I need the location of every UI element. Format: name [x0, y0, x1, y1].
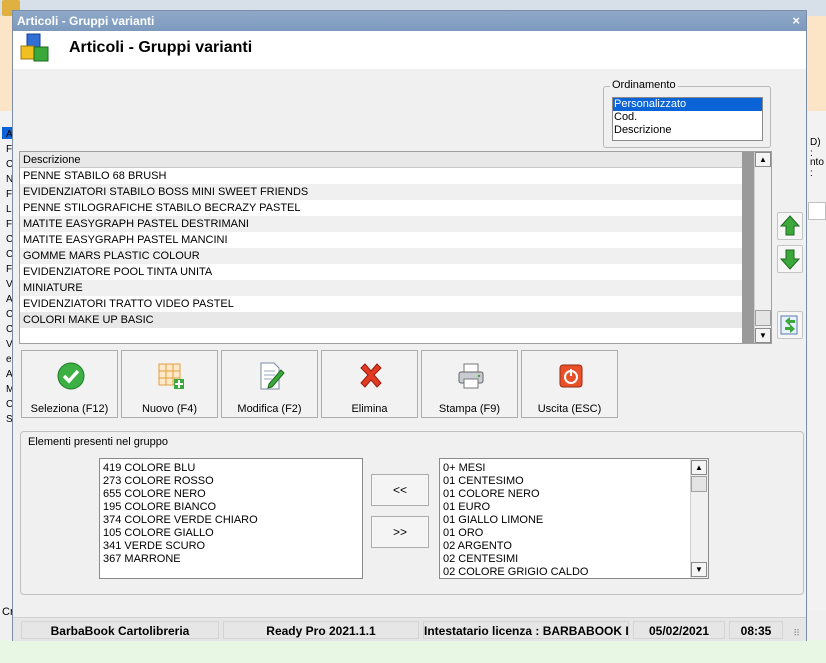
select-button[interactable]: Seleziona (F12) [21, 350, 118, 418]
groups-list-scrollbar[interactable]: ▲ ▼ [754, 152, 771, 343]
table-row[interactable]: MATITE EASYGRAPH PASTEL DESTRIMANI [20, 216, 742, 232]
list-item[interactable]: 02 ARGENTO [440, 540, 708, 553]
status-time: 08:35 [729, 621, 783, 639]
print-button[interactable]: Stampa (F9) [421, 350, 518, 418]
refresh-button[interactable] [777, 311, 803, 339]
ordering-group: Ordinamento Personalizzato Cod. Descrizi… [603, 79, 771, 148]
check-icon [57, 362, 85, 390]
list-item[interactable]: 105 COLORE GIALLO [100, 527, 362, 540]
list-item[interactable]: 01 ORO [440, 527, 708, 540]
exit-button-label: Uscita (ESC) [537, 403, 602, 415]
edit-document-icon [260, 362, 285, 390]
table-row[interactable]: GOMME MARS PLASTIC COLOUR [20, 248, 742, 264]
scroll-down-icon[interactable]: ▼ [755, 328, 771, 343]
dialog-titlebar[interactable]: Articoli - Gruppi varianti × [13, 11, 806, 31]
table-row[interactable]: PENNE STABILO 68 BRUSH [20, 168, 742, 184]
table-row[interactable]: EVIDENZIATORE POOL TINTA UNITA [20, 264, 742, 280]
exit-button[interactable]: Uscita (ESC) [521, 350, 618, 418]
delete-x-icon [360, 363, 382, 388]
list-item[interactable]: 01 COLORE NERO [440, 488, 708, 501]
table-row[interactable]: MINIATURE [20, 280, 742, 296]
list-item[interactable]: 655 COLORE NERO [100, 488, 362, 501]
scrollbar-thumb[interactable] [691, 476, 707, 492]
ordering-legend: Ordinamento [610, 79, 678, 91]
scroll-up-icon[interactable]: ▲ [755, 152, 771, 167]
status-version: Ready Pro 2021.1.1 [223, 621, 419, 639]
move-up-button[interactable] [777, 212, 803, 240]
scrollbar-thumb[interactable] [755, 310, 771, 326]
scroll-down-icon[interactable]: ▼ [691, 562, 707, 577]
arrow-up-icon [779, 215, 801, 236]
background-right-label: nto : [810, 157, 824, 179]
select-button-label: Seleziona (F12) [30, 403, 109, 415]
ordering-option-cod[interactable]: Cod. [613, 111, 762, 124]
available-elements-list[interactable]: 0+ MESI 01 CENTESIMO 01 COLORE NERO 01 E… [439, 458, 709, 579]
remove-from-group-button[interactable]: >> [371, 516, 429, 548]
list-item[interactable]: 341 VERDE SCURO [100, 540, 362, 553]
delete-button[interactable]: Elimina [321, 350, 418, 418]
power-exit-icon [559, 364, 583, 388]
page-title: Articoli - Gruppi varianti [69, 39, 253, 56]
groups-list[interactable]: Descrizione PENNE STABILO 68 BRUSH EVIDE… [19, 151, 772, 344]
list-item[interactable]: 273 COLORE ROSSO [100, 475, 362, 488]
table-row[interactable]: EVIDENZIATORI STABILO BOSS MINI SWEET FR… [20, 184, 742, 200]
list-item[interactable]: 02 CENTESIMI [440, 553, 708, 566]
group-elements-legend: Elementi presenti nel gruppo [28, 436, 169, 448]
grid-add-icon [158, 363, 184, 389]
list-item[interactable]: 02 COLORE GRIGIO CALDO [440, 566, 708, 579]
list-item[interactable]: 01 EURO [440, 501, 708, 514]
dialog-title: Articoli - Gruppi varianti [17, 14, 155, 28]
gruppi-varianti-dialog: Articoli - Gruppi varianti × Articoli - … [12, 10, 807, 641]
background-right-label: D) : [810, 137, 821, 159]
edit-button[interactable]: Modifica (F2) [221, 350, 318, 418]
list-item[interactable]: 01 GIALLO LIMONE [440, 514, 708, 527]
new-button[interactable]: Nuovo (F4) [121, 350, 218, 418]
list-item[interactable]: 374 COLORE VERDE CHIARO [100, 514, 362, 527]
list-item[interactable]: 419 COLORE BLU [100, 462, 362, 475]
move-down-button[interactable] [777, 245, 803, 273]
list-item[interactable]: 195 COLORE BIANCO [100, 501, 362, 514]
status-bar: BarbaBook Cartolibreria Ready Pro 2021.1… [13, 617, 806, 641]
status-license: Intestatario licenza : BARBABOOK D [423, 621, 629, 639]
groups-list-rows: PENNE STABILO 68 BRUSH EVIDENZIATORI STA… [20, 168, 742, 328]
resize-grip-icon[interactable]: ⠿ [793, 628, 800, 639]
list-scroll-track-shadow [742, 152, 754, 343]
in-group-list[interactable]: 419 COLORE BLU 273 COLORE ROSSO 655 COLO… [99, 458, 363, 579]
refresh-icon [780, 315, 798, 335]
status-date: 05/02/2021 [633, 621, 725, 639]
list-item[interactable]: 0+ MESI [440, 462, 708, 475]
close-icon[interactable]: × [792, 11, 800, 31]
list-item[interactable]: 01 CENTESIMO [440, 475, 708, 488]
printer-icon [458, 363, 484, 389]
dialog-header: Articoli - Gruppi varianti [13, 31, 806, 69]
available-list-scrollbar[interactable]: ▲ ▼ [690, 459, 708, 578]
delete-button-label: Elimina [351, 403, 388, 415]
edit-button-label: Modifica (F2) [237, 403, 302, 415]
table-row[interactable]: MATITE EASYGRAPH PASTEL MANCINI [20, 232, 742, 248]
background-letter: L [6, 204, 12, 215]
table-row[interactable]: EVIDENZIATORI TRATTO VIDEO PASTEL [20, 296, 742, 312]
status-company: BarbaBook Cartolibreria [21, 621, 219, 639]
ordering-listbox[interactable]: Personalizzato Cod. Descrizione [612, 97, 763, 141]
new-button-label: Nuovo (F4) [141, 403, 198, 415]
ordering-option-personalizzato[interactable]: Personalizzato [613, 98, 762, 111]
table-row-selected[interactable]: COLORI MAKE UP BASIC [20, 312, 742, 328]
scroll-up-icon[interactable]: ▲ [691, 460, 707, 475]
table-row[interactable]: PENNE STILOGRAFICHE STABILO BECRAZY PAST… [20, 200, 742, 216]
background-app-footer [0, 640, 826, 663]
add-to-group-button[interactable]: << [371, 474, 429, 506]
background-right-field [808, 202, 826, 220]
background-letter: e [6, 354, 12, 365]
column-header-descrizione[interactable]: Descrizione [20, 152, 742, 168]
ordering-option-descrizione[interactable]: Descrizione [613, 124, 762, 137]
background-right-panel: D) : nto : [808, 111, 826, 611]
print-button-label: Stampa (F9) [438, 403, 501, 415]
cubes-icon [20, 33, 49, 62]
list-item[interactable]: 367 MARRONE [100, 553, 362, 566]
group-elements-panel: Elementi presenti nel gruppo 419 COLORE … [20, 431, 804, 595]
arrow-down-icon [779, 249, 801, 270]
